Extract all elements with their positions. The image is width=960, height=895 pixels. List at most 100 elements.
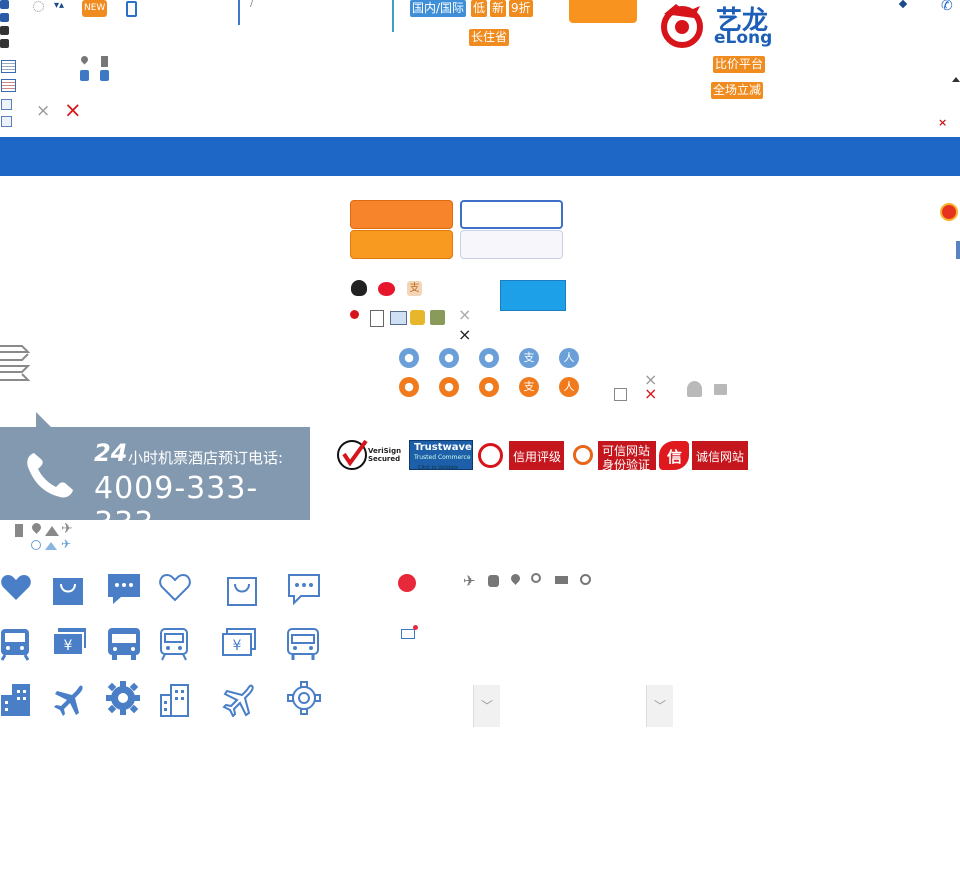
trustwave-badge[interactable]: Trustwave Trusted Commerce Click to Vali… <box>409 440 473 471</box>
user-icon <box>687 381 702 397</box>
gear-outline-icon <box>287 681 321 715</box>
close-dark-icon[interactable]: × <box>458 325 471 344</box>
map-icon <box>430 310 445 325</box>
orange-button-sprite[interactable] <box>569 0 637 23</box>
dropdown-toggle[interactable]: ﹀ <box>646 685 673 727</box>
arrow-right-icon[interactable] <box>0 0 9 9</box>
chat-outline-icon <box>288 574 320 606</box>
triangle-up-icon <box>952 77 960 82</box>
mobile-icon <box>126 1 137 17</box>
arrow-prev-icon[interactable] <box>0 26 9 35</box>
xin-badge[interactable]: 信 <box>659 441 689 470</box>
alert-icon <box>350 310 359 319</box>
alipay-orange-icon[interactable]: 支 <box>519 377 539 397</box>
arrow-next-icon[interactable] <box>0 39 9 48</box>
qq-circle-icon[interactable]: ● <box>439 348 459 368</box>
kexin-spiral-icon <box>573 445 593 465</box>
renren-orange-icon[interactable]: 人 <box>559 377 579 397</box>
alipay-small-icon[interactable]: 支 <box>407 281 422 296</box>
checkbox-x-icon[interactable] <box>1 116 12 127</box>
mail-notify-icon[interactable] <box>401 629 415 639</box>
kexin-text-2: 身份验证 <box>602 458 651 472</box>
target-small-icon <box>580 574 591 585</box>
train-outline-icon <box>160 628 188 661</box>
close-small-icon[interactable]: × <box>938 116 947 129</box>
toggle-arrows-icon[interactable] <box>0 342 31 384</box>
location-blue-icon <box>31 540 41 550</box>
lock-icon <box>714 384 727 395</box>
checkbox-x-icon[interactable] <box>1 99 12 110</box>
calendar-red-icon <box>1 79 16 92</box>
document-icon <box>370 310 384 327</box>
checkbox-icon[interactable] <box>614 388 627 401</box>
weibo-icon[interactable] <box>378 282 395 296</box>
wechat-orange-icon[interactable]: ● <box>399 377 419 397</box>
domestic-intl-tag: 国内/国际 <box>410 0 467 17</box>
weibo-circle-icon[interactable]: ● <box>479 348 499 368</box>
discount-tag: 9折 <box>509 0 533 17</box>
coins-icon <box>410 310 425 325</box>
qq-orange-icon[interactable]: ● <box>439 377 459 397</box>
train-filled-icon <box>0 629 30 661</box>
verisign-text-2: Secured <box>368 455 401 463</box>
trustwave-text-1: Trustwave <box>414 442 472 453</box>
wechat-icon[interactable]: ● <box>399 348 419 368</box>
building-small-icon <box>101 56 108 67</box>
arrow-left-icon[interactable] <box>0 13 9 22</box>
gear-filled-icon <box>106 681 140 715</box>
plane-filled-icon <box>54 685 83 716</box>
bus-filled-icon <box>108 628 140 660</box>
calendar-icon <box>1 60 16 73</box>
close-light-icon[interactable]: × <box>458 305 471 324</box>
seal-badge[interactable] <box>478 443 503 468</box>
nav-bar <box>0 137 960 176</box>
orange-button[interactable] <box>350 200 453 229</box>
location-gray-icon <box>30 521 43 534</box>
hotline-card: 24 小时机票酒店预订电话: 4009-333-333 <box>0 412 310 541</box>
white-button[interactable] <box>460 200 563 229</box>
location-pin-icon <box>79 54 90 65</box>
scroll-indicator[interactable] <box>956 241 960 259</box>
xin-text: 信 <box>667 448 683 466</box>
verisign-badge[interactable]: VeriSign Secured <box>336 437 406 473</box>
phone-handset-icon <box>27 453 73 498</box>
divider-line <box>238 0 240 25</box>
shopping-bag-filled-icon <box>53 578 83 605</box>
new-tag: NEW <box>82 0 108 17</box>
kexin-badge[interactable]: 可信网站 身份验证 <box>570 441 656 472</box>
credit-rating-badge[interactable]: 信用评级 <box>509 441 564 470</box>
hotline-hours: 24 <box>94 439 128 467</box>
blue-button[interactable] <box>500 280 566 311</box>
building-gray-icon <box>15 524 23 537</box>
credit-rating-text: 信用评级 <box>513 450 562 464</box>
mountain-blue-icon <box>45 542 57 550</box>
alipay-circle-icon[interactable]: 支 <box>519 348 539 368</box>
sort-arrows-icon[interactable]: ▾▴ <box>54 0 64 11</box>
qq-icon[interactable] <box>351 280 367 296</box>
heart-outline-icon <box>159 573 191 602</box>
renren-circle-icon[interactable]: 人 <box>559 348 579 368</box>
close-red-icon[interactable]: × <box>644 384 657 403</box>
close-gray-icon[interactable]: × <box>36 101 50 121</box>
train-small-icon <box>488 575 499 587</box>
compare-tag: 比价平台 <box>713 56 766 73</box>
close-red-icon[interactable]: × <box>64 99 82 121</box>
badge-red-icon <box>940 203 958 221</box>
white-button-hover[interactable] <box>460 230 563 259</box>
ticket-filled-icon: ¥ <box>52 628 86 656</box>
building-blue-icon <box>100 70 109 81</box>
dropdown-toggle[interactable]: ﹀ <box>473 685 500 727</box>
logo-en: eLong <box>714 28 773 48</box>
chengxin-badge[interactable]: 诚信网站 <box>692 441 748 470</box>
heart-filled-icon <box>1 575 31 600</box>
ticket-outline-icon: ¥ <box>222 628 256 656</box>
svg-text:¥: ¥ <box>64 638 73 654</box>
orange-button-hover[interactable] <box>350 230 453 259</box>
long-stay-tag: 长住省 <box>469 29 510 46</box>
weibo-orange-icon[interactable]: ● <box>479 377 499 397</box>
graduation-small-icon <box>555 576 568 584</box>
radio-icon[interactable] <box>33 1 44 12</box>
hotline-number: 4009-333-333 <box>94 471 259 541</box>
plane-blue-icon: ✈ <box>61 537 72 551</box>
elong-logo: 艺龙 eLong <box>656 2 772 50</box>
